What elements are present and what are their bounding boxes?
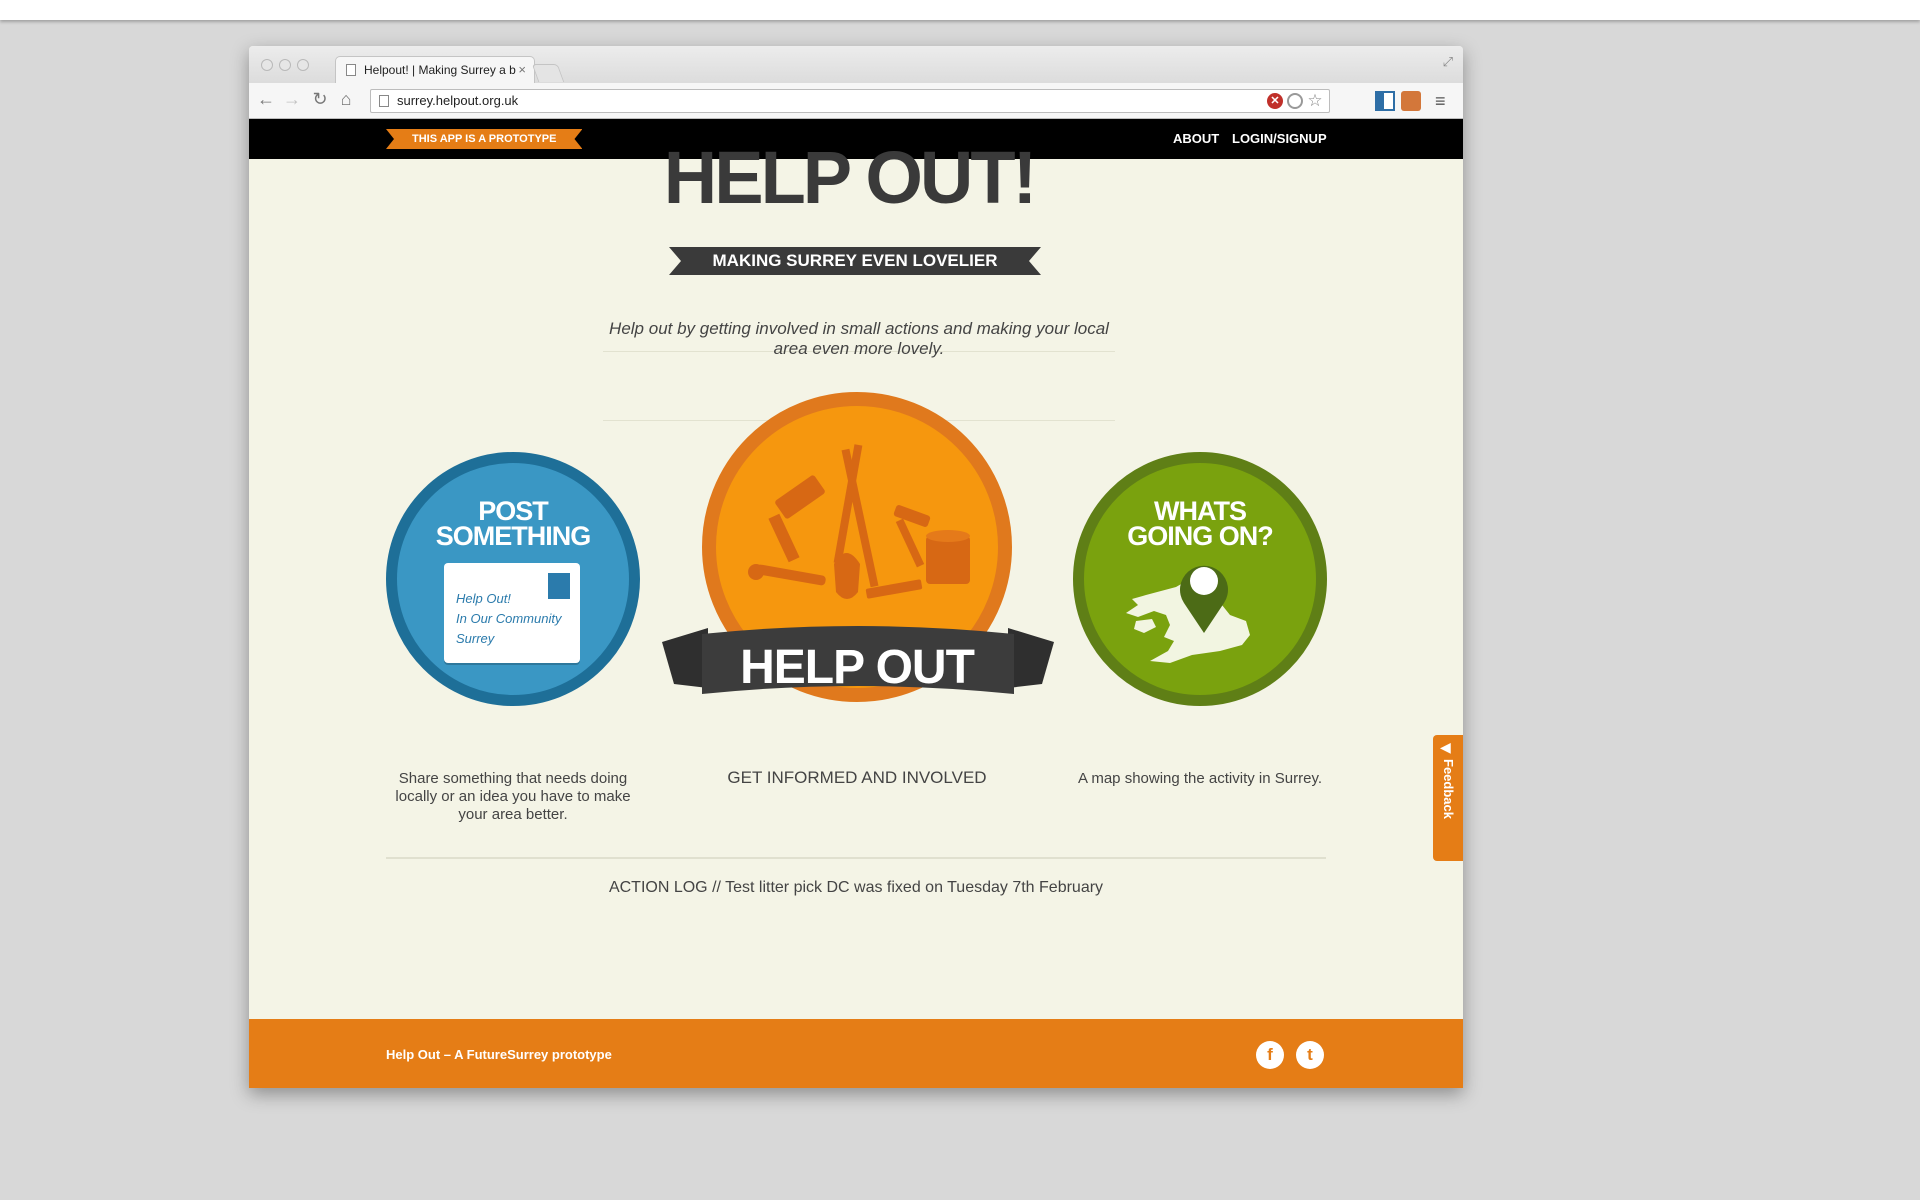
postcard-line2: In Our Community bbox=[456, 611, 562, 626]
post-something-title: POST SOMETHING bbox=[397, 498, 629, 551]
back-arrow-icon[interactable]: ← bbox=[255, 89, 277, 110]
address-bar[interactable]: surrey.helpout.org.uk ✕ ☆ bbox=[370, 89, 1330, 113]
about-link[interactable]: ABOUT bbox=[1173, 131, 1219, 146]
facebook-icon[interactable]: f bbox=[1256, 1041, 1284, 1069]
tab-title: Helpout! | Making Surrey a b bbox=[364, 63, 516, 77]
web-page: THIS APP IS A PROTOTYPE ABOUT LOGIN/SIGN… bbox=[249, 119, 1463, 1088]
whats-going-on-caption: A map showing the activity in Surrey. bbox=[1078, 770, 1322, 787]
star-icon[interactable]: ☆ bbox=[1307, 92, 1323, 109]
agent-extension-icon[interactable] bbox=[1401, 91, 1421, 111]
map-title-line2: GOING ON? bbox=[1127, 520, 1274, 551]
browser-toolbar: ← → ↻ ⌂ surrey.helpout.org.uk ✕ ☆ ≡ bbox=[249, 83, 1463, 119]
post-title-line2: SOMETHING bbox=[435, 520, 592, 551]
whats-going-on-title: WHATS GOING ON? bbox=[1084, 498, 1316, 551]
new-tab-button[interactable] bbox=[531, 64, 565, 82]
postcard-text: Help Out! In Our Community Surrey bbox=[456, 589, 561, 649]
site-footer: Help Out – A FutureSurrey prototype f t bbox=[249, 1019, 1463, 1088]
reload-icon[interactable]: ↻ bbox=[309, 89, 331, 110]
minimize-window-icon[interactable] bbox=[279, 59, 291, 71]
browser-titlebar: Helpout! | Making Surrey a b × ⤢ bbox=[249, 46, 1463, 84]
action-log-divider bbox=[386, 857, 1326, 859]
menu-icon[interactable]: ≡ bbox=[1435, 91, 1455, 111]
help-out-banner-text: HELP OUT bbox=[740, 641, 975, 694]
browser-window: Helpout! | Making Surrey a b × ⤢ ← → ↻ ⌂… bbox=[249, 46, 1463, 1088]
site-tagline: MAKING SURREY EVEN LOVELIER bbox=[669, 247, 1041, 275]
postcard-icon: Help Out! In Our Community Surrey bbox=[444, 563, 580, 663]
action-log: ACTION LOG // Test litter pick DC was fi… bbox=[608, 879, 1104, 896]
post-something-caption: Share something that needs doing locally… bbox=[395, 770, 631, 823]
no-tracking-icon[interactable] bbox=[1287, 93, 1303, 109]
home-icon[interactable]: ⌂ bbox=[335, 89, 357, 110]
help-out-caption: GET INFORMED AND INVOLVED bbox=[727, 768, 987, 787]
desktop-menu-bar bbox=[0, 0, 1920, 20]
whats-going-on-button[interactable]: WHATS GOING ON? bbox=[1073, 452, 1327, 706]
prototype-badge: THIS APP IS A PROTOTYPE bbox=[386, 129, 582, 149]
fullscreen-icon[interactable]: ⤢ bbox=[1443, 54, 1453, 70]
page-icon bbox=[379, 95, 389, 107]
megaphone-icon: ◀ bbox=[1440, 739, 1451, 755]
postcard-line1: Help Out! bbox=[456, 591, 511, 606]
feedback-label: Feedback bbox=[1441, 759, 1456, 819]
site-logo-title[interactable]: HELP OUT! bbox=[609, 141, 1089, 215]
postcard-line3: Surrey bbox=[456, 631, 495, 646]
page-icon bbox=[346, 64, 356, 76]
tab-close-icon[interactable]: × bbox=[518, 57, 526, 83]
uk-map-icon bbox=[1126, 565, 1250, 663]
tools-icon bbox=[748, 444, 970, 599]
forward-arrow-icon[interactable]: → bbox=[281, 89, 303, 110]
url-text[interactable]: surrey.helpout.org.uk bbox=[397, 93, 518, 108]
close-window-icon[interactable] bbox=[261, 59, 273, 71]
adblock-icon[interactable]: ✕ bbox=[1267, 93, 1283, 109]
browser-tab[interactable]: Helpout! | Making Surrey a b × bbox=[335, 56, 535, 84]
zoom-window-icon[interactable] bbox=[297, 59, 309, 71]
post-something-button[interactable]: POST SOMETHING Help Out! In Our Communit… bbox=[386, 452, 640, 706]
intro-text: Help out by getting involved in small ac… bbox=[609, 319, 1109, 358]
twitter-icon[interactable]: t bbox=[1296, 1041, 1324, 1069]
login-signup-link[interactable]: LOGIN/SIGNUP bbox=[1232, 131, 1327, 146]
footer-text: Help Out – A FutureSurrey prototype bbox=[386, 1047, 612, 1062]
trello-extension-icon[interactable] bbox=[1375, 91, 1395, 111]
